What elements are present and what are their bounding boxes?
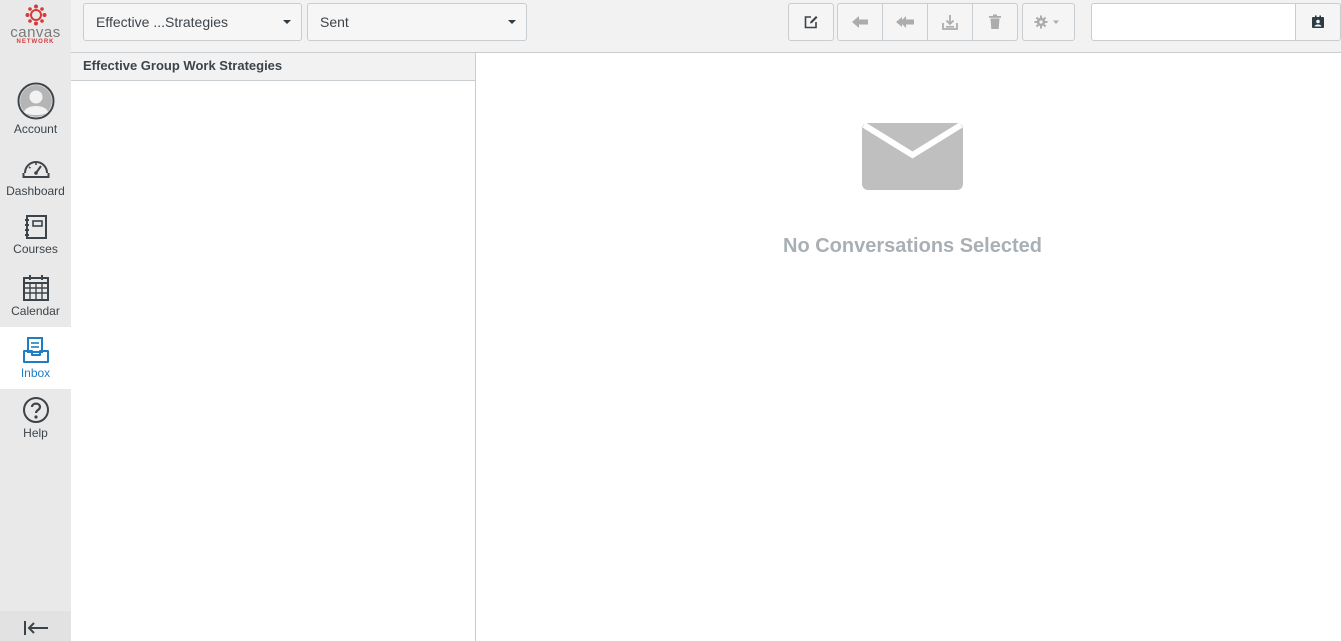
nav-item-dashboard[interactable]: Dashboard [0,154,71,214]
chevron-down-icon [283,20,291,24]
courses-icon [24,215,47,239]
gear-icon [1034,15,1059,29]
logo-word: canvas [10,24,61,41]
nav-label-account: Account [13,122,58,136]
archive-button[interactable] [927,3,973,41]
envelope-icon [862,123,963,190]
nav-item-calendar[interactable]: Calendar [0,274,71,334]
settings-menu-button[interactable] [1022,3,1075,41]
reply-icon [852,16,868,28]
archive-icon [942,15,958,30]
conversation-list: Effective Group Work Strategies [71,53,476,641]
help-icon [22,397,49,423]
course-filter-value: Effective ...Strategies [96,14,229,30]
collapse-nav-button[interactable] [0,611,71,641]
nav-label-calendar: Calendar [11,304,60,318]
address-book-icon [1312,15,1324,28]
compose-button[interactable] [788,3,834,41]
reply-all-icon [896,16,914,28]
trash-icon [989,14,1001,29]
nav-label-courses: Courses [13,242,58,256]
no-conversations-message: No Conversations Selected [783,235,1042,257]
reply-button[interactable] [837,3,883,41]
message-detail-pane: No Conversations Selected [476,53,1341,641]
compose-icon [804,16,818,29]
delete-button[interactable] [972,3,1018,41]
mailbox-type-select[interactable]: Sent [307,3,527,41]
course-filter-select[interactable]: Effective ...Strategies [83,3,302,41]
collapse-arrow-icon [23,621,48,635]
mailbox-type-value: Sent [320,14,349,30]
avatar-icon [17,82,54,120]
nav-label-inbox: Inbox [20,366,51,380]
calendar-icon [22,275,49,301]
inbox-toolbar: Effective ...Strategies Sent [71,0,1341,53]
nav-item-courses[interactable]: Courses [0,214,71,274]
nav-label-dashboard: Dashboard [6,184,65,198]
canvas-network-logo[interactable]: canvas NETWORK [0,4,71,50]
inbox-icon [22,337,49,363]
conversation-list-header: Effective Group Work Strategies [71,53,475,81]
reply-all-button[interactable] [882,3,928,41]
address-book-button[interactable] [1295,3,1341,41]
dashboard-icon [22,161,49,178]
canvas-logo-icon [25,4,46,26]
nav-item-account[interactable]: Account [0,82,71,142]
nav-item-help[interactable]: Help [0,396,71,456]
nav-label-help: Help [23,426,48,440]
global-navigation: canvas NETWORK Account Dashboard Courses… [0,0,71,641]
inbox-app: canvas NETWORK Account Dashboard Courses… [0,0,1341,641]
nav-item-inbox[interactable]: Inbox [0,327,71,389]
search-recipient-input[interactable] [1091,3,1296,41]
chevron-down-icon [508,20,516,24]
